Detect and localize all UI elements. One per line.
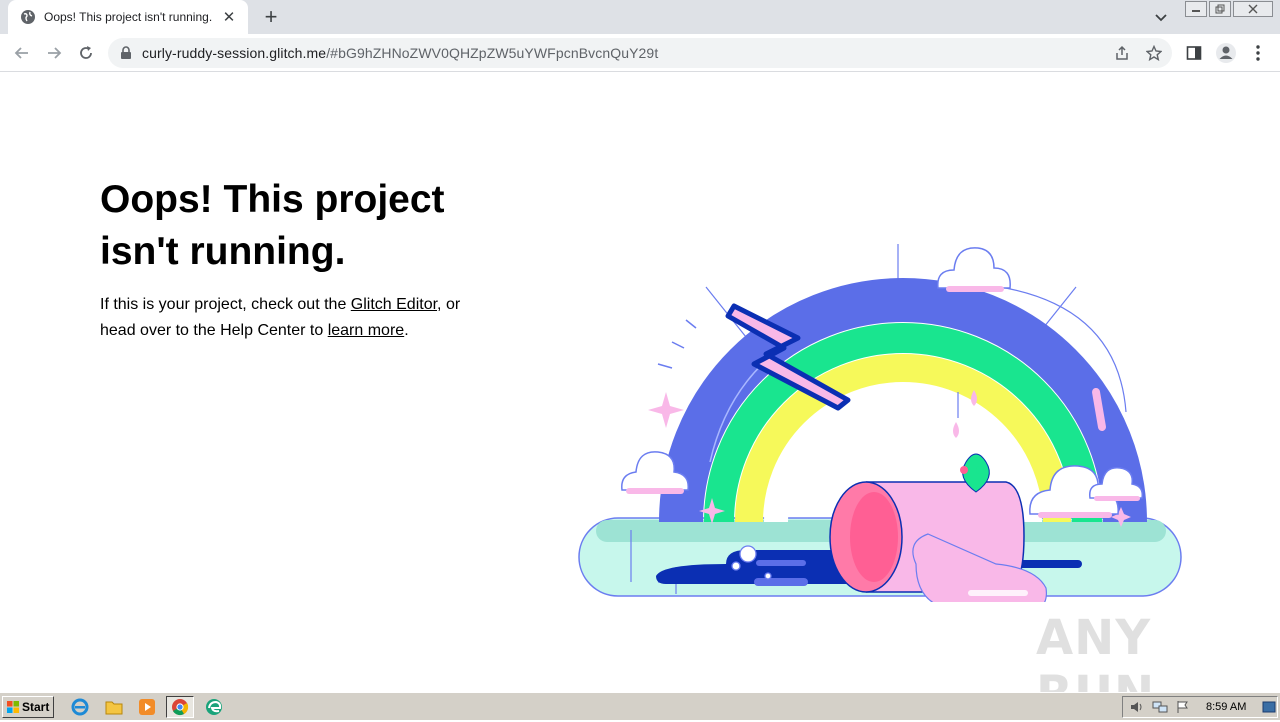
start-label: Start: [22, 700, 50, 714]
new-tab-button[interactable]: +: [259, 4, 283, 29]
url-text: curly-ruddy-session.glitch.me/#bG9hZHNoZ…: [142, 45, 658, 61]
menu-button[interactable]: [1246, 41, 1270, 65]
tab-title: Oops! This project isn't running.: [44, 10, 213, 24]
side-panel-button[interactable]: [1182, 41, 1206, 65]
para-prefix: If this is your project, check out the: [100, 296, 351, 313]
menu-icon: [1256, 45, 1260, 61]
close-window-button[interactable]: [1233, 1, 1273, 17]
taskbar-ie[interactable]: [66, 696, 94, 718]
back-button[interactable]: [10, 41, 34, 65]
reload-button[interactable]: [74, 41, 98, 65]
close-icon: [1248, 4, 1258, 14]
address-bar[interactable]: curly-ruddy-session.glitch.me/#bG9hZHNoZ…: [108, 38, 1172, 68]
chrome-icon: [172, 699, 189, 716]
star-icon: [1146, 45, 1162, 61]
tray-flag[interactable]: [1174, 699, 1192, 715]
restore-icon: [1215, 4, 1225, 14]
side-panel-icon: [1186, 46, 1202, 60]
lock-icon[interactable]: [120, 46, 132, 60]
ie-icon: [71, 698, 89, 716]
page-title: Oops! This project isn't running.: [100, 178, 445, 273]
tray-volume[interactable]: [1128, 699, 1146, 715]
url-path: /#bG9hZHNoZWV0QHZpZW5uYWFpcnBvcnQuY29t: [326, 45, 659, 61]
profile-icon: [1216, 43, 1236, 63]
start-button[interactable]: Start: [2, 696, 54, 718]
bookmark-button[interactable]: [1144, 43, 1164, 63]
learn-more-link[interactable]: learn more: [328, 322, 404, 339]
tray-network[interactable]: [1151, 699, 1169, 715]
share-button[interactable]: [1112, 43, 1132, 63]
page-content: Oops! This project isn't running. If thi…: [0, 72, 1280, 722]
windows-logo-icon: [7, 701, 19, 713]
show-desktop-icon[interactable]: [1262, 701, 1276, 713]
action-center-flag-icon: [1177, 701, 1188, 713]
help-paragraph: If this is your project, check out the G…: [100, 292, 500, 344]
taskbar-edge[interactable]: [200, 696, 228, 718]
tab-close-icon[interactable]: ✕: [220, 8, 238, 26]
back-icon: [14, 47, 28, 59]
share-icon: [1116, 45, 1128, 60]
broken-pipe-rainbow-illustration: [578, 244, 1182, 602]
para-suffix: .: [404, 322, 409, 339]
taskbar: Start 8:59 AM: [0, 692, 1280, 720]
system-tray: 8:59 AM: [1122, 696, 1278, 718]
chevron-down-icon[interactable]: [1150, 7, 1172, 27]
forward-icon: [48, 47, 62, 59]
cloud-top: [937, 247, 1011, 292]
globe-icon: [21, 10, 35, 24]
clock[interactable]: 8:59 AM: [1206, 701, 1246, 713]
minimize-button[interactable]: [1185, 1, 1207, 17]
browser-toolbar: curly-ruddy-session.glitch.me/#bG9hZHNoZ…: [0, 34, 1280, 72]
glitch-editor-link[interactable]: Glitch Editor: [351, 296, 437, 313]
taskbar-chrome[interactable]: [166, 696, 194, 718]
url-host: curly-ruddy-session.glitch.me: [142, 45, 327, 61]
tab-active[interactable]: Oops! This project isn't running. ✕: [8, 0, 248, 34]
edge-icon: [206, 699, 222, 715]
explorer-icon: [105, 701, 123, 715]
media-player-icon: [139, 699, 155, 715]
forward-button[interactable]: [42, 41, 66, 65]
taskbar-explorer[interactable]: [100, 696, 128, 718]
speaker-icon: [1131, 702, 1142, 712]
taskbar-media-player[interactable]: [133, 696, 161, 718]
tab-strip: Oops! This project isn't running. ✕ +: [0, 0, 1280, 34]
restore-button[interactable]: [1209, 1, 1231, 17]
minimize-icon: [1192, 10, 1200, 12]
network-icon: [1152, 701, 1168, 713]
profile-button[interactable]: [1214, 41, 1238, 65]
reload-icon: [80, 46, 92, 59]
